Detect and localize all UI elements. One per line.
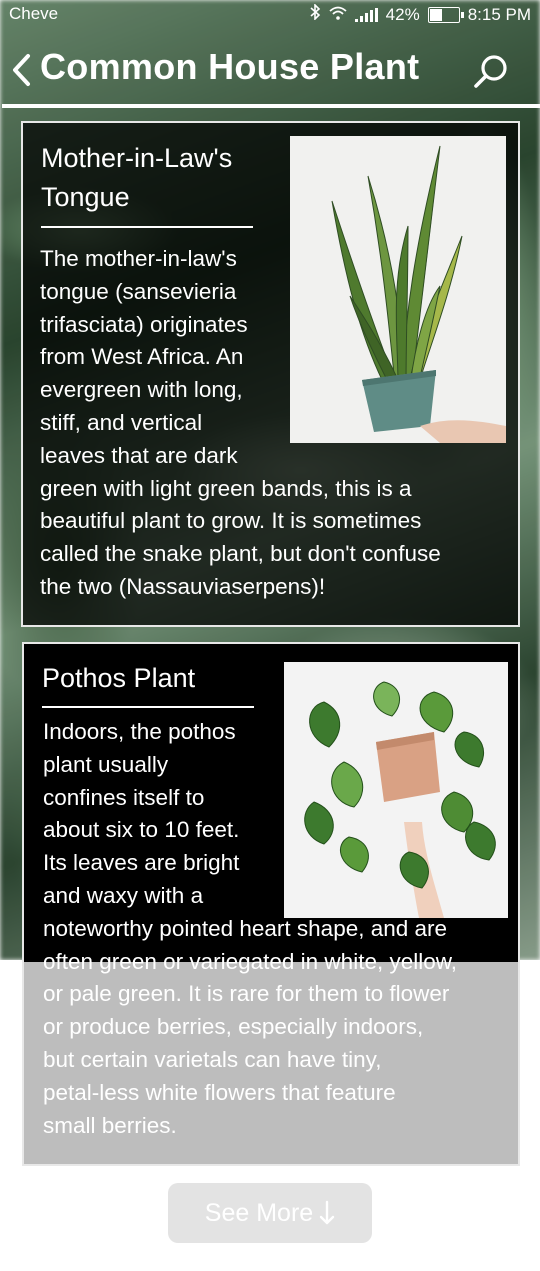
carrier-name: Cheve (9, 4, 59, 23)
description-line: noteworthy pointed heart shape, and are (43, 915, 448, 941)
name-underline (41, 226, 253, 228)
name-underline (42, 706, 254, 708)
description-line: plant usually (43, 751, 169, 777)
description-line: or pale green. It is rare for them to fl… (43, 981, 450, 1007)
plant-name-line1: Pothos Plant (42, 663, 196, 693)
description-line: the two (Nassauviaserpens)! (40, 573, 326, 599)
header-divider (2, 104, 540, 108)
description-line: stiff, and vertical (40, 409, 203, 435)
plant-description: Indoors, the pothos plant usually confin… (43, 716, 457, 1142)
wifi-icon (329, 5, 347, 25)
arrow-down-icon (319, 1200, 335, 1225)
description-line: tongue (sansevieria (40, 278, 237, 304)
back-button[interactable] (8, 50, 42, 90)
plant-description: The mother-in-law's tongue (sansevieria … (40, 243, 441, 604)
search-icon (474, 55, 507, 88)
description-line: called the snake plant, but don't confus… (40, 541, 441, 567)
search-button[interactable] (470, 52, 512, 94)
plant-card-pothos[interactable]: Pothos Plant Indoors, the pothos plant u… (22, 642, 520, 1166)
status-icons: 42% 8:15 PM (309, 3, 531, 25)
description-line: and waxy with a (43, 882, 204, 908)
description-line: but certain varietals can have tiny, (43, 1046, 382, 1072)
description-line: often green or variegated in white, yell… (43, 948, 457, 974)
description-line: about six to 10 feet. (43, 817, 240, 843)
description-line: leaves that are dark (40, 442, 238, 468)
description-line: Indoors, the pothos (43, 719, 236, 744)
description-line: trifasciata) originates (40, 311, 248, 337)
plant-name: Pothos Plant (42, 659, 195, 698)
clock: 8:15 PM (467, 4, 531, 24)
chevron-left-icon (13, 54, 30, 86)
description-line: petal-less white flowers that feature (43, 1079, 396, 1105)
battery-icon (427, 6, 464, 23)
plant-name: Mother-in-Law's Tongue (41, 139, 232, 217)
description-line: from West Africa. An (40, 344, 244, 370)
see-more-label: See More (204, 1198, 314, 1227)
status-bar: Cheve 42% 8:15 PM (0, 0, 540, 28)
page-title: Common House Plant (40, 46, 420, 87)
description-line: evergreen with long, (40, 377, 243, 403)
description-line: or produce berries, especially indoors, (43, 1014, 424, 1040)
bluetooth-icon (309, 3, 321, 25)
plant-card-mother-in-laws-tongue[interactable]: Mother-in-Law's Tongue The mother-in-law… (21, 121, 520, 627)
description-line: Its leaves are bright (43, 850, 240, 876)
see-more-button[interactable]: See More (168, 1183, 372, 1243)
plant-name-line2: Tongue (41, 182, 130, 212)
plant-name-line1: Mother-in-Law's (41, 143, 233, 173)
description-line: confines itself to (43, 784, 205, 810)
signal-icon (354, 7, 378, 22)
battery-percent: 42% (385, 4, 420, 24)
description-line: green with light green bands, this is a (40, 475, 412, 501)
description-line: small berries. (43, 1112, 177, 1138)
app-header: Common House Plant (0, 40, 540, 100)
description-line: The mother-in-law's (40, 246, 237, 271)
description-line: beautiful plant to grow. It is sometimes (40, 508, 422, 534)
